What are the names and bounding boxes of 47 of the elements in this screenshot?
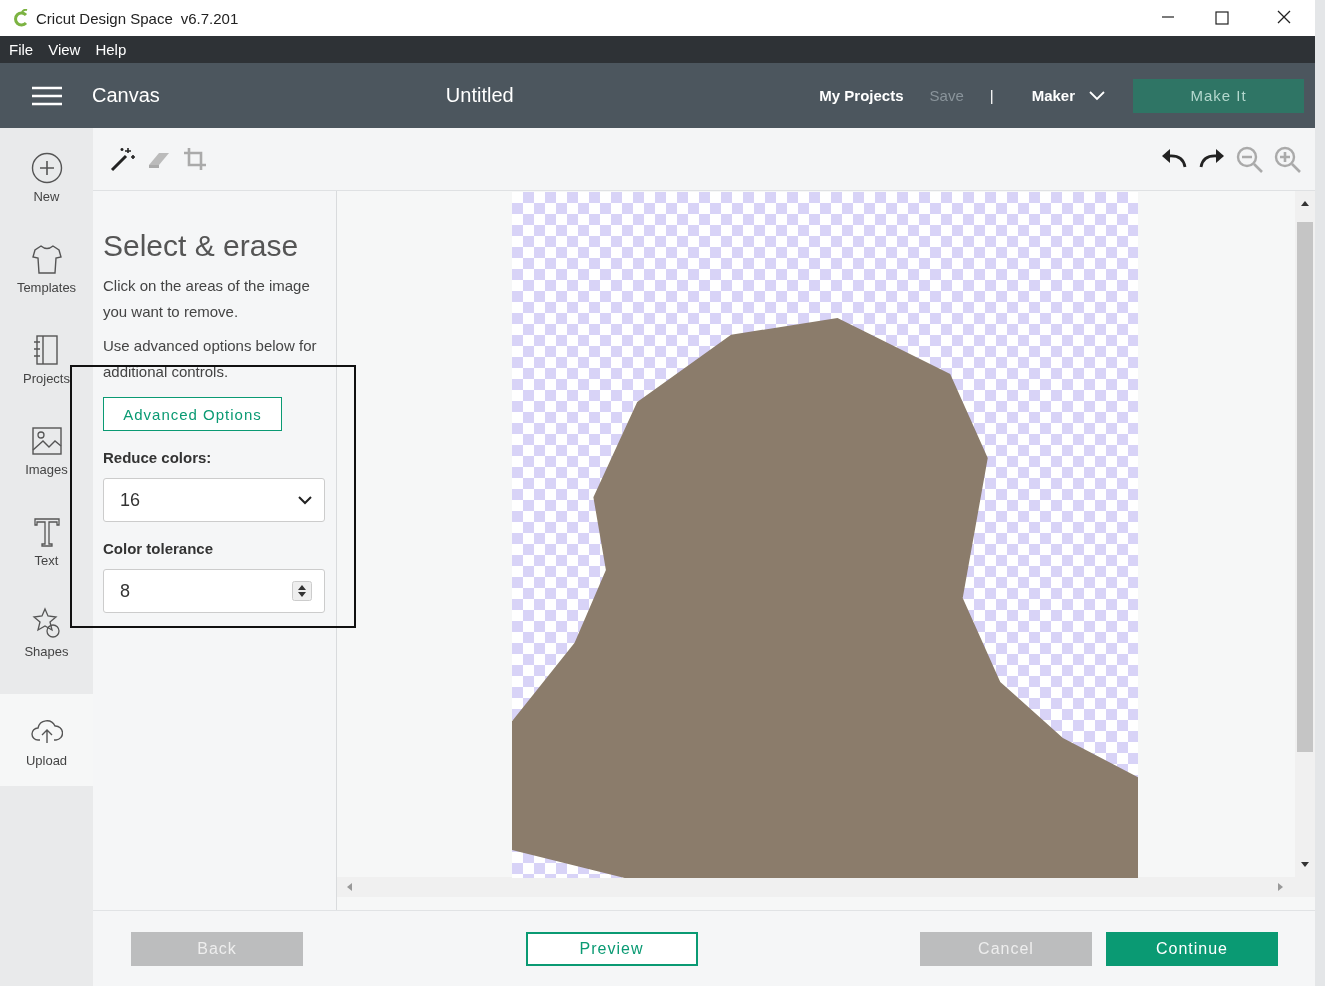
window-title: Cricut Design Space (36, 9, 173, 27)
scrollbar-thumb[interactable] (1297, 222, 1313, 752)
horizontal-scrollbar[interactable] (337, 877, 1315, 897)
page-title: Canvas (92, 84, 160, 107)
instruction-text: Click on the areas of the image you want to remove. (103, 276, 311, 322)
scroll-up-icon[interactable] (1300, 199, 1310, 207)
star-circle-icon (30, 607, 63, 639)
menu-item[interactable]: File (9, 41, 34, 58)
zoom-out-icon[interactable] (1235, 145, 1265, 173)
reduce-colors-dropdown[interactable]: 16 (103, 478, 325, 522)
zoom-in-icon[interactable] (1273, 145, 1303, 173)
shirt-icon (30, 243, 63, 275)
menu-item[interactable]: Help (95, 41, 127, 58)
project-name: Untitled (445, 84, 514, 107)
sidebar-item[interactable]: Upload (0, 694, 93, 786)
scroll-left-icon[interactable] (345, 882, 353, 892)
magic-wand-icon[interactable] (109, 145, 137, 173)
panel-title: Select & erase (103, 229, 300, 263)
spinner-arrows-icon[interactable] (292, 581, 312, 601)
advanced-options-button[interactable]: Advanced Options (103, 397, 282, 431)
sidebar-item[interactable]: Shapes (0, 603, 93, 694)
scroll-right-icon[interactable] (1277, 882, 1285, 892)
chevron-down-icon (1089, 90, 1105, 101)
field-label: Color tolerance (103, 540, 215, 557)
plus-circle-icon (30, 152, 63, 184)
separator-text: | (989, 87, 994, 104)
app-logo-icon (14, 9, 30, 27)
instruction-text: Use advanced options below for additional controls. (103, 336, 318, 382)
crop-icon[interactable] (181, 145, 209, 173)
preview-button[interactable]: Preview (525, 931, 698, 966)
picture-icon (30, 425, 63, 457)
sidebar-item[interactable]: Text (0, 512, 93, 603)
menu-item[interactable]: View (48, 41, 81, 58)
machine-dropdown[interactable]: Maker (1031, 87, 1105, 104)
continue-button[interactable]: Continue (1106, 931, 1278, 966)
sidebar-item[interactable]: New (0, 148, 93, 239)
chevron-down-icon (298, 495, 312, 505)
sidebar-item[interactable]: Projects (0, 330, 93, 421)
version-label: v6.7.201 (180, 9, 239, 27)
color-tolerance-field[interactable]: 8 (103, 569, 325, 613)
sidebar-item[interactable]: Images (0, 421, 93, 512)
scroll-down-icon[interactable] (1300, 861, 1310, 869)
field-label: Reduce colors: (103, 449, 213, 466)
header-link[interactable]: My Projects (819, 87, 904, 104)
menu-icon[interactable] (32, 85, 62, 106)
sidebar-item[interactable]: Templates (0, 239, 93, 330)
vertical-scrollbar[interactable] (1295, 191, 1315, 877)
